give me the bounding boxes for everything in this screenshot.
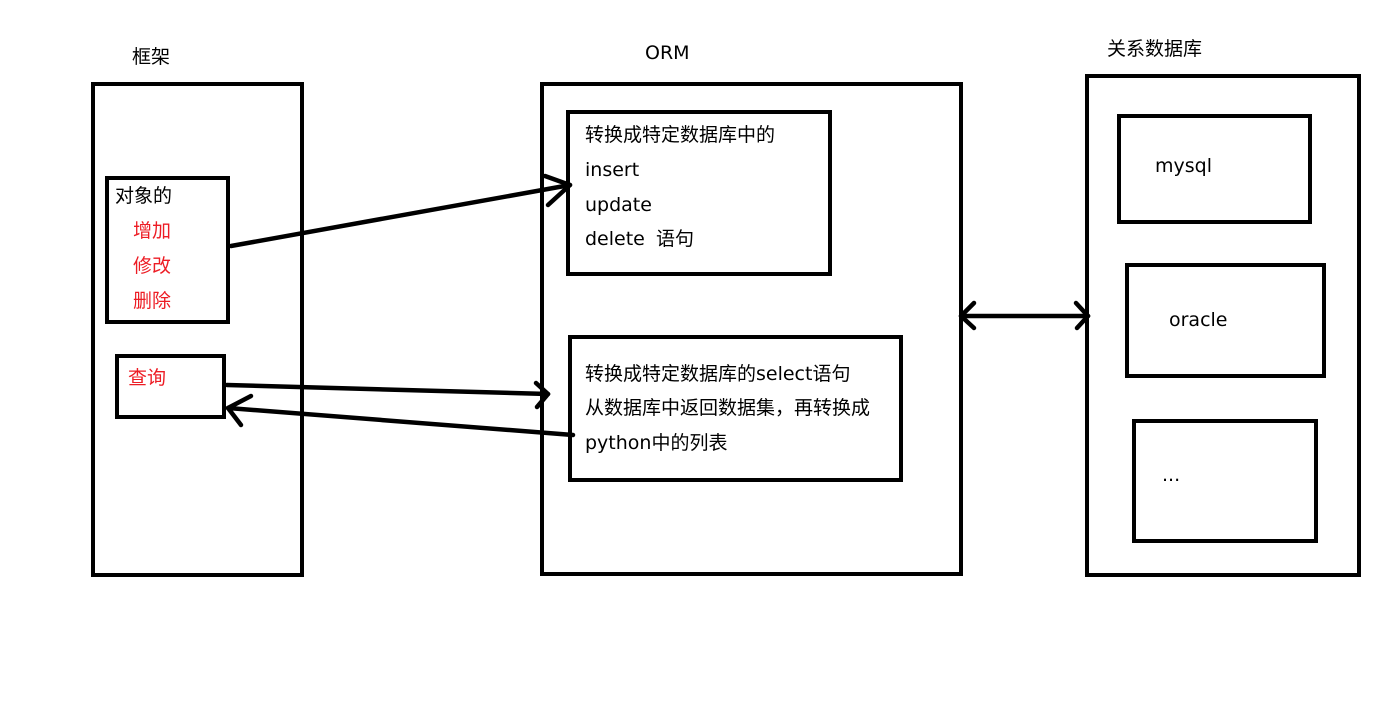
crud-item-add: 增加 xyxy=(133,220,172,242)
write-line-insert: insert xyxy=(585,159,640,181)
read-line-list: python中的列表 xyxy=(585,432,728,454)
database-title: 关系数据库 xyxy=(1107,38,1203,60)
db-other-box xyxy=(1132,419,1318,543)
db-mysql-box xyxy=(1117,114,1312,224)
arrow-orm-database xyxy=(958,300,1091,331)
write-line-update: update xyxy=(585,194,652,216)
db-mysql-label: mysql xyxy=(1155,155,1212,177)
query-label: 查询 xyxy=(128,367,167,389)
db-other-label: ... xyxy=(1162,464,1181,486)
read-line-select: 转换成特定数据库的select语句 xyxy=(585,363,851,385)
write-line-suffix: 语句 xyxy=(656,228,695,250)
crud-heading: 对象的 xyxy=(115,185,173,207)
orm-title: ORM xyxy=(645,42,690,64)
read-line-return: 从数据库中返回数据集，再转换成 xyxy=(585,397,871,419)
framework-box xyxy=(91,82,304,577)
framework-title: 框架 xyxy=(132,46,171,68)
db-oracle-label: oracle xyxy=(1169,309,1228,331)
write-line-delete: delete xyxy=(585,228,645,250)
crud-item-delete: 删除 xyxy=(133,290,172,312)
crud-item-update: 修改 xyxy=(133,255,172,277)
write-line-intro: 转换成特定数据库中的 xyxy=(585,124,776,146)
